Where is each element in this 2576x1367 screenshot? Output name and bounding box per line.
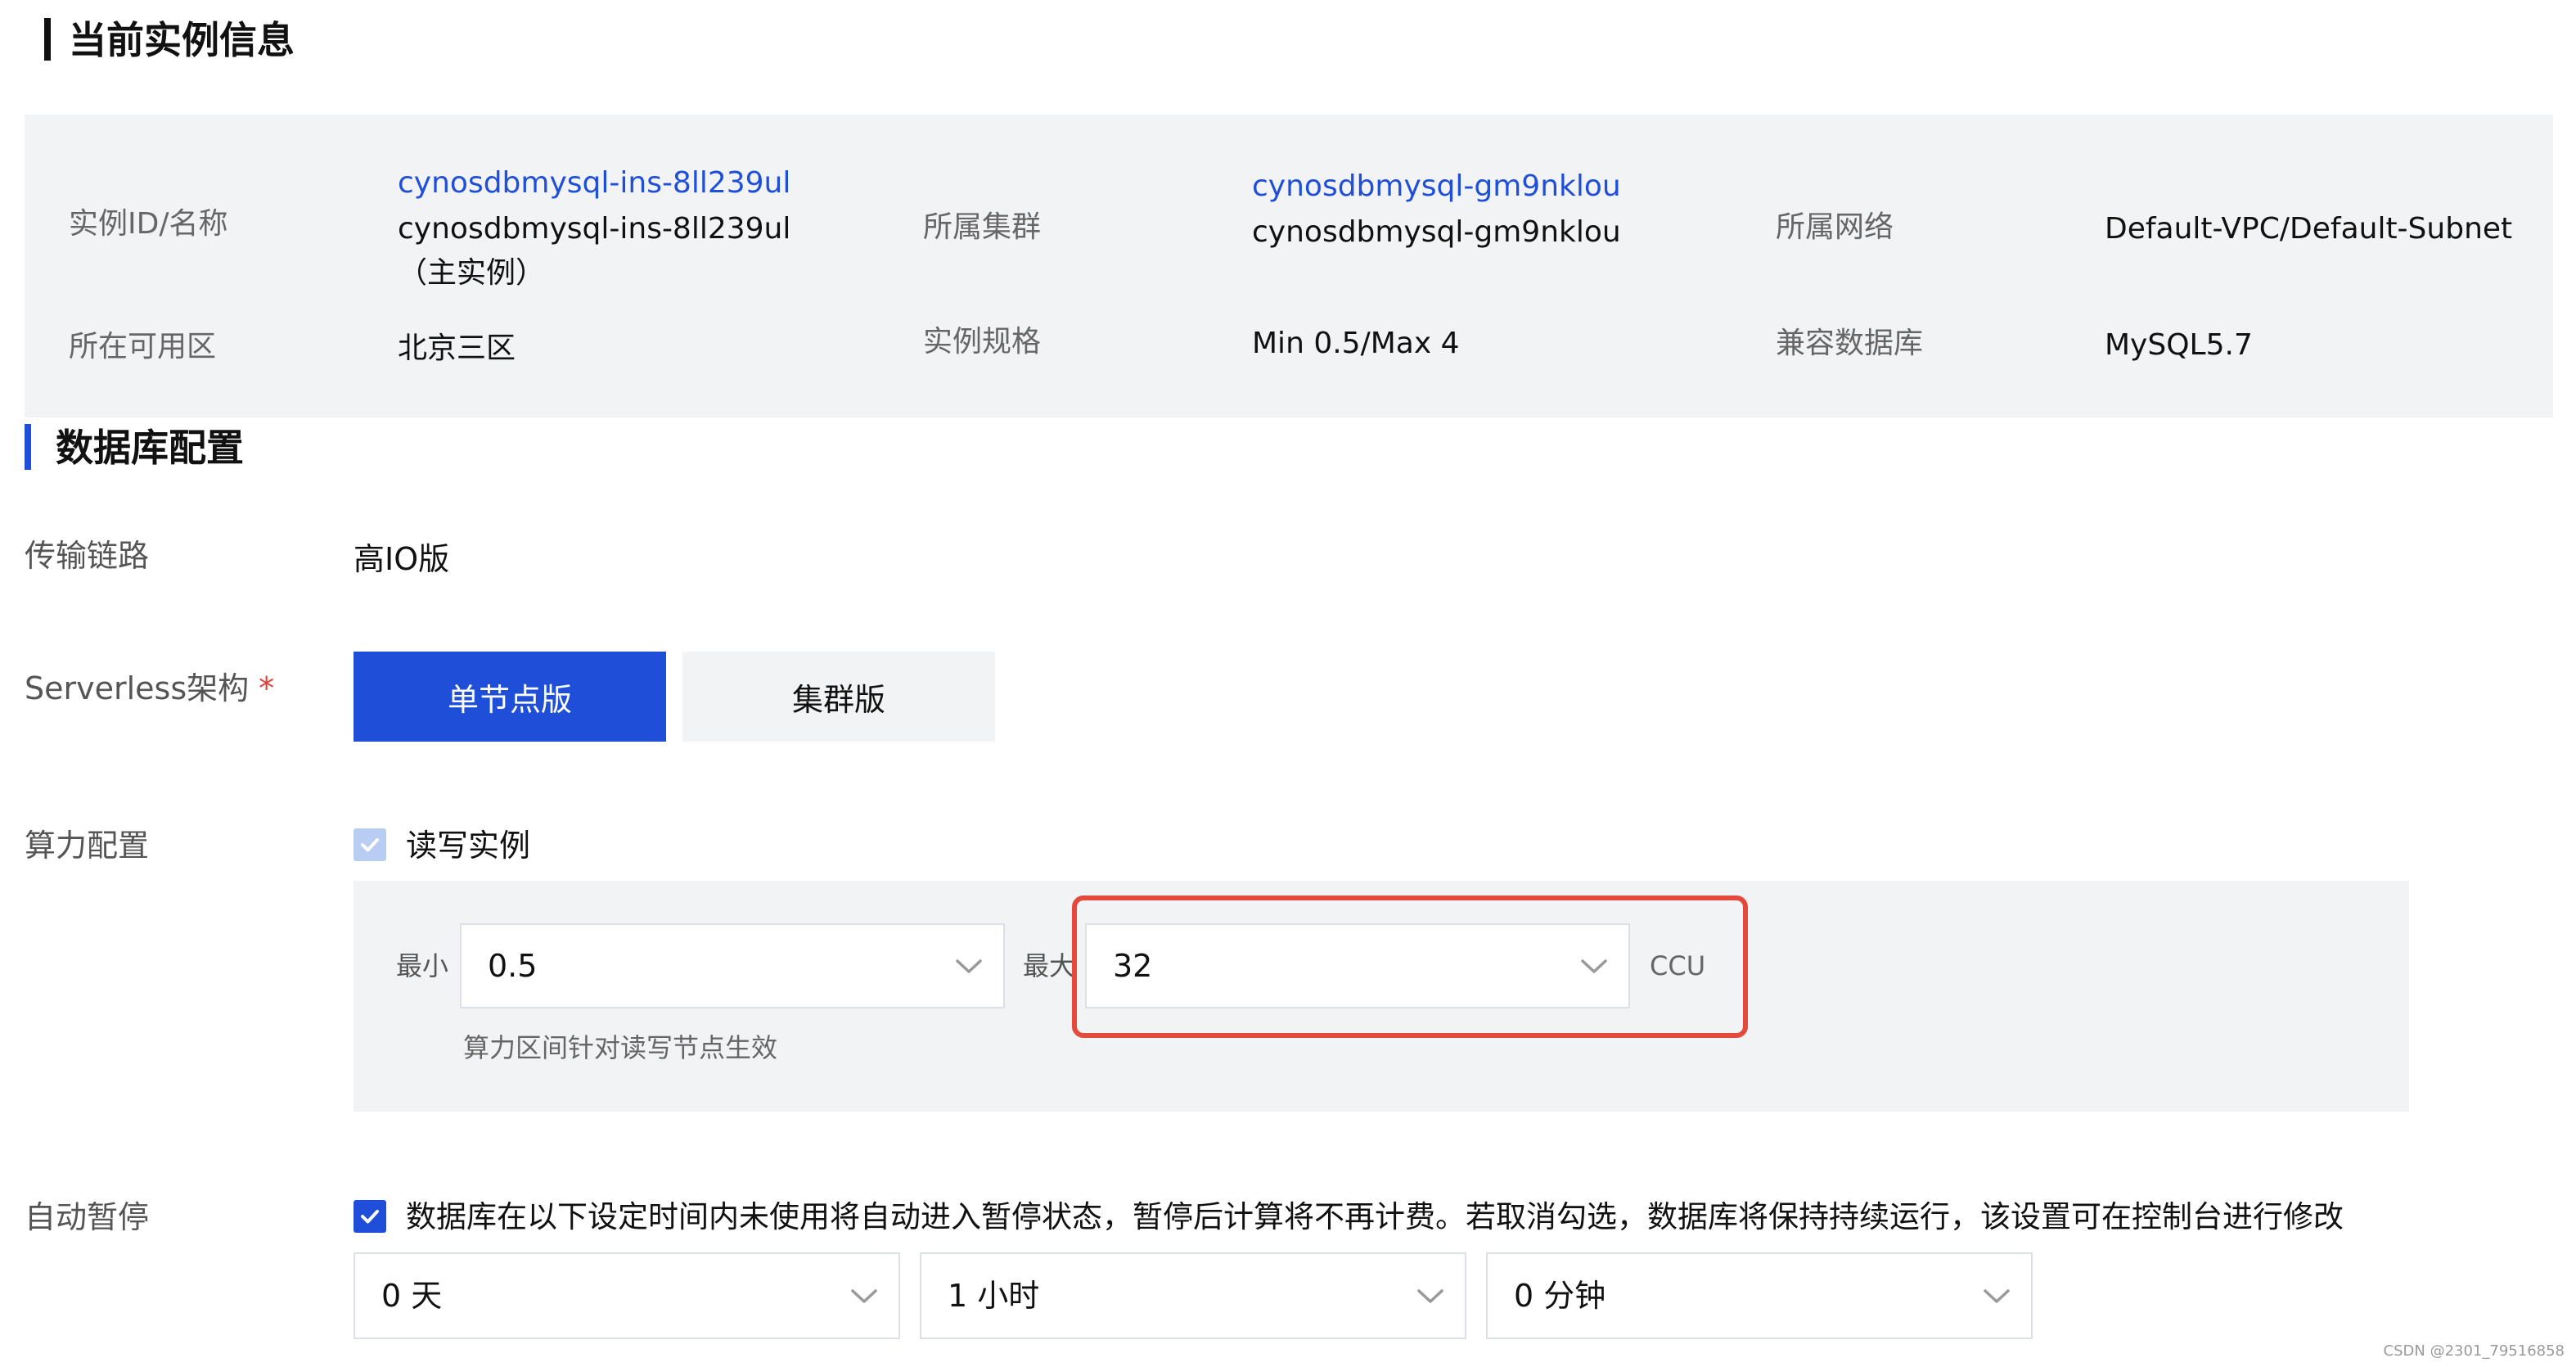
instance-id-link[interactable]: cynosdbmysql-ins-8ll239ul	[398, 169, 790, 198]
pause-minutes-value: 0 分钟	[1514, 1278, 1606, 1314]
instance-name: cynosdbmysql-ins-8ll239ul	[398, 212, 791, 246]
chevron-down-icon	[1417, 1289, 1443, 1303]
network-value: Default-VPC/Default-Subnet	[2105, 212, 2513, 246]
link-value: 高IO版	[354, 541, 450, 577]
compute-label: 算力配置	[25, 828, 150, 864]
arch-option-single-node[interactable]: 单节点版	[354, 652, 666, 742]
required-star: *	[259, 670, 275, 706]
link-label: 传输链路	[25, 538, 150, 574]
section-bar-db-config	[25, 424, 31, 470]
network-label: 所属网络	[1776, 210, 1894, 244]
min-ccu-value: 0.5	[488, 948, 538, 984]
arch-label-text: Serverless架构	[25, 670, 250, 706]
section-bar-current-instance	[44, 18, 51, 61]
chevron-down-icon	[851, 1289, 877, 1303]
pause-minutes-select[interactable]: 0 分钟	[1486, 1252, 2033, 1339]
pause-hours-value: 1 小时	[948, 1278, 1040, 1314]
pause-days-select[interactable]: 0 天	[354, 1252, 900, 1339]
check-icon	[361, 838, 379, 852]
chevron-down-icon	[956, 959, 982, 973]
watermark: CSDN @2301_79516858	[2383, 1342, 2565, 1360]
spec-value: Min 0.5/Max 4	[1252, 327, 1460, 360]
auto-pause-checkbox[interactable]	[354, 1200, 386, 1233]
check-icon	[361, 1210, 379, 1224]
instance-role: （主实例）	[398, 256, 546, 290]
pause-days-value: 0 天	[381, 1278, 443, 1314]
cluster-name: cynosdbmysql-gm9nklou	[1252, 215, 1621, 249]
highlight-box	[1072, 896, 1748, 1038]
read-write-checkbox[interactable]	[354, 828, 386, 861]
min-label: 最小	[396, 950, 449, 981]
auto-pause-label: 自动暂停	[25, 1199, 150, 1235]
cluster-link[interactable]: cynosdbmysql-gm9nklou	[1252, 172, 1621, 201]
zone-value: 北京三区	[398, 332, 516, 365]
compat-value: MySQL5.7	[2105, 328, 2253, 362]
auto-pause-text: 数据库在以下设定时间内未使用将自动进入暂停状态，暂停后计算将不再计费。若取消勾选…	[406, 1199, 2344, 1234]
section-title-current-instance: 当前实例信息	[69, 18, 295, 62]
arch-label: Serverless架构 *	[25, 673, 274, 704]
section-title-db-config: 数据库配置	[56, 426, 244, 470]
chevron-down-icon	[1984, 1289, 2010, 1303]
min-ccu-select[interactable]: 0.5	[460, 923, 1005, 1008]
compute-hint: 算力区间针对读写节点生效	[463, 1032, 778, 1063]
pause-hours-select[interactable]: 1 小时	[920, 1252, 1466, 1339]
instance-info-panel: 实例ID/名称 cynosdbmysql-ins-8ll239ul cynosd…	[25, 115, 2553, 417]
arch-option-cluster[interactable]: 集群版	[682, 652, 995, 742]
cluster-label: 所属集群	[923, 210, 1042, 244]
compat-label: 兼容数据库	[1776, 327, 1924, 360]
read-write-label: 读写实例	[406, 828, 531, 864]
max-label: 最大	[1023, 950, 1076, 981]
instance-id-label: 实例ID/名称	[69, 207, 228, 241]
spec-label: 实例规格	[923, 325, 1042, 359]
zone-label: 所在可用区	[69, 330, 217, 363]
